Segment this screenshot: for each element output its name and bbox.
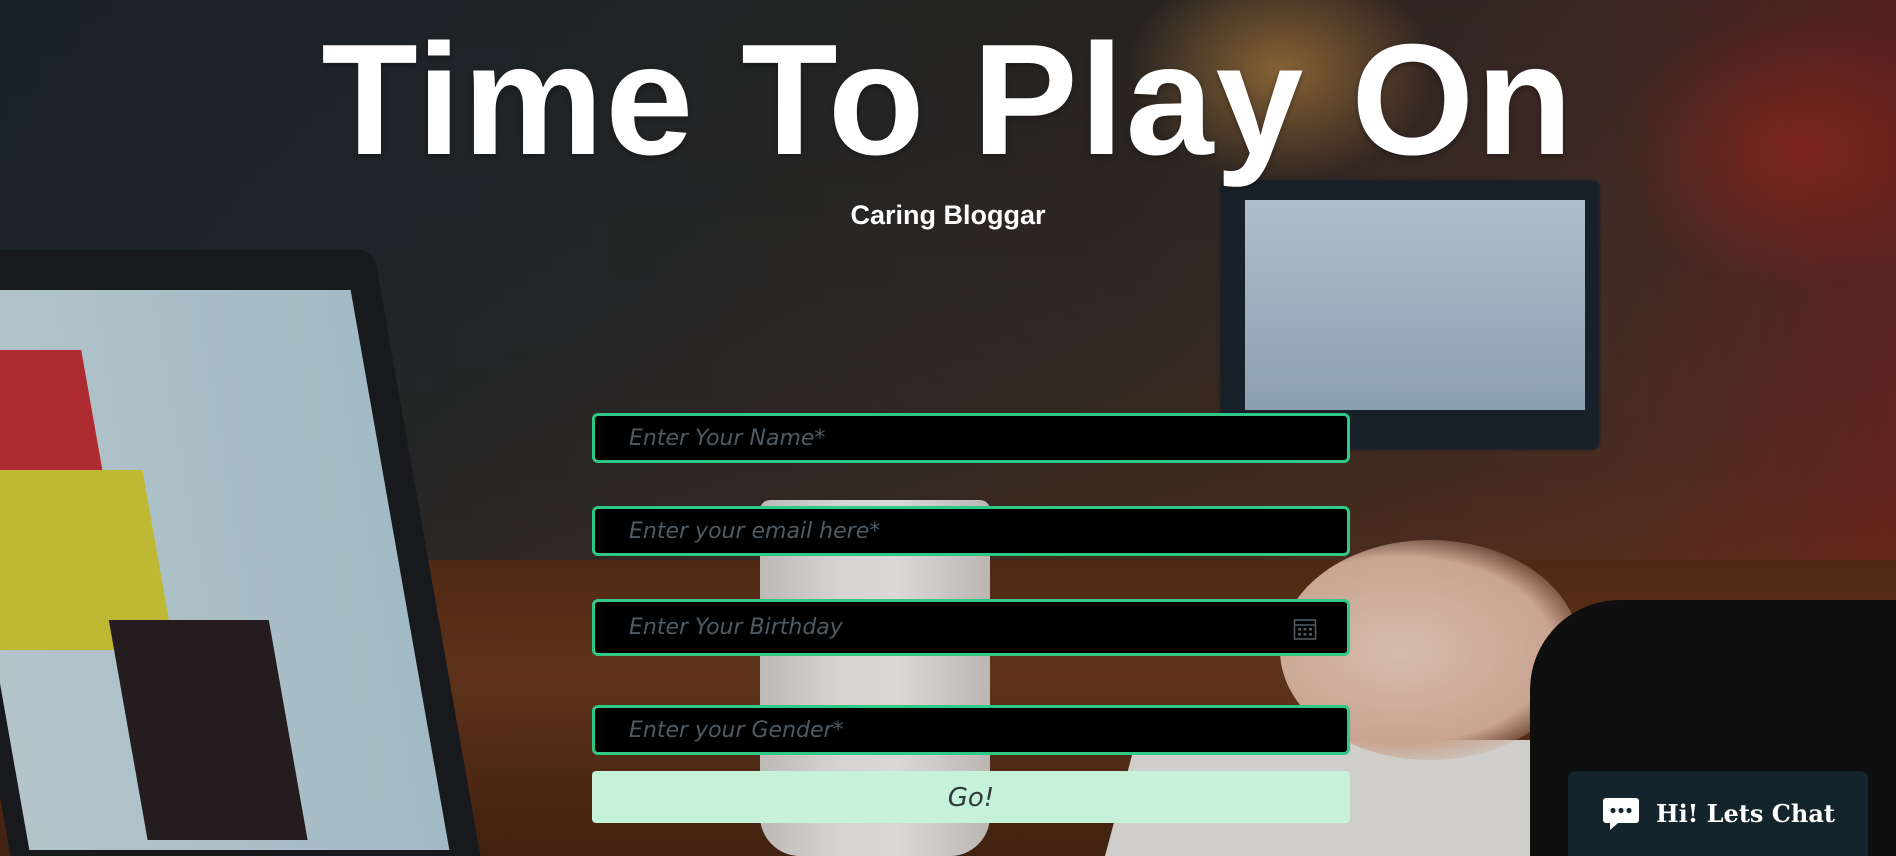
birthday-field-wrapper	[592, 599, 1350, 656]
email-input[interactable]	[595, 509, 1347, 553]
hero-title: Time To Play On	[321, 12, 1575, 188]
chat-widget-button[interactable]: Hi! Lets Chat	[1568, 771, 1868, 856]
name-input[interactable]	[595, 416, 1347, 460]
calendar-icon[interactable]	[1293, 617, 1317, 641]
name-field-wrapper	[592, 413, 1350, 463]
email-field-wrapper	[592, 506, 1350, 556]
go-button[interactable]: Go!	[592, 771, 1350, 823]
chat-bubble-icon	[1603, 797, 1639, 830]
hero-subtitle: Caring Bloggar	[850, 200, 1046, 230]
gender-input[interactable]	[595, 708, 1347, 752]
birthday-input[interactable]	[595, 602, 1347, 653]
gender-field-wrapper	[592, 705, 1350, 755]
chat-label: Hi! Lets Chat	[1656, 799, 1835, 828]
